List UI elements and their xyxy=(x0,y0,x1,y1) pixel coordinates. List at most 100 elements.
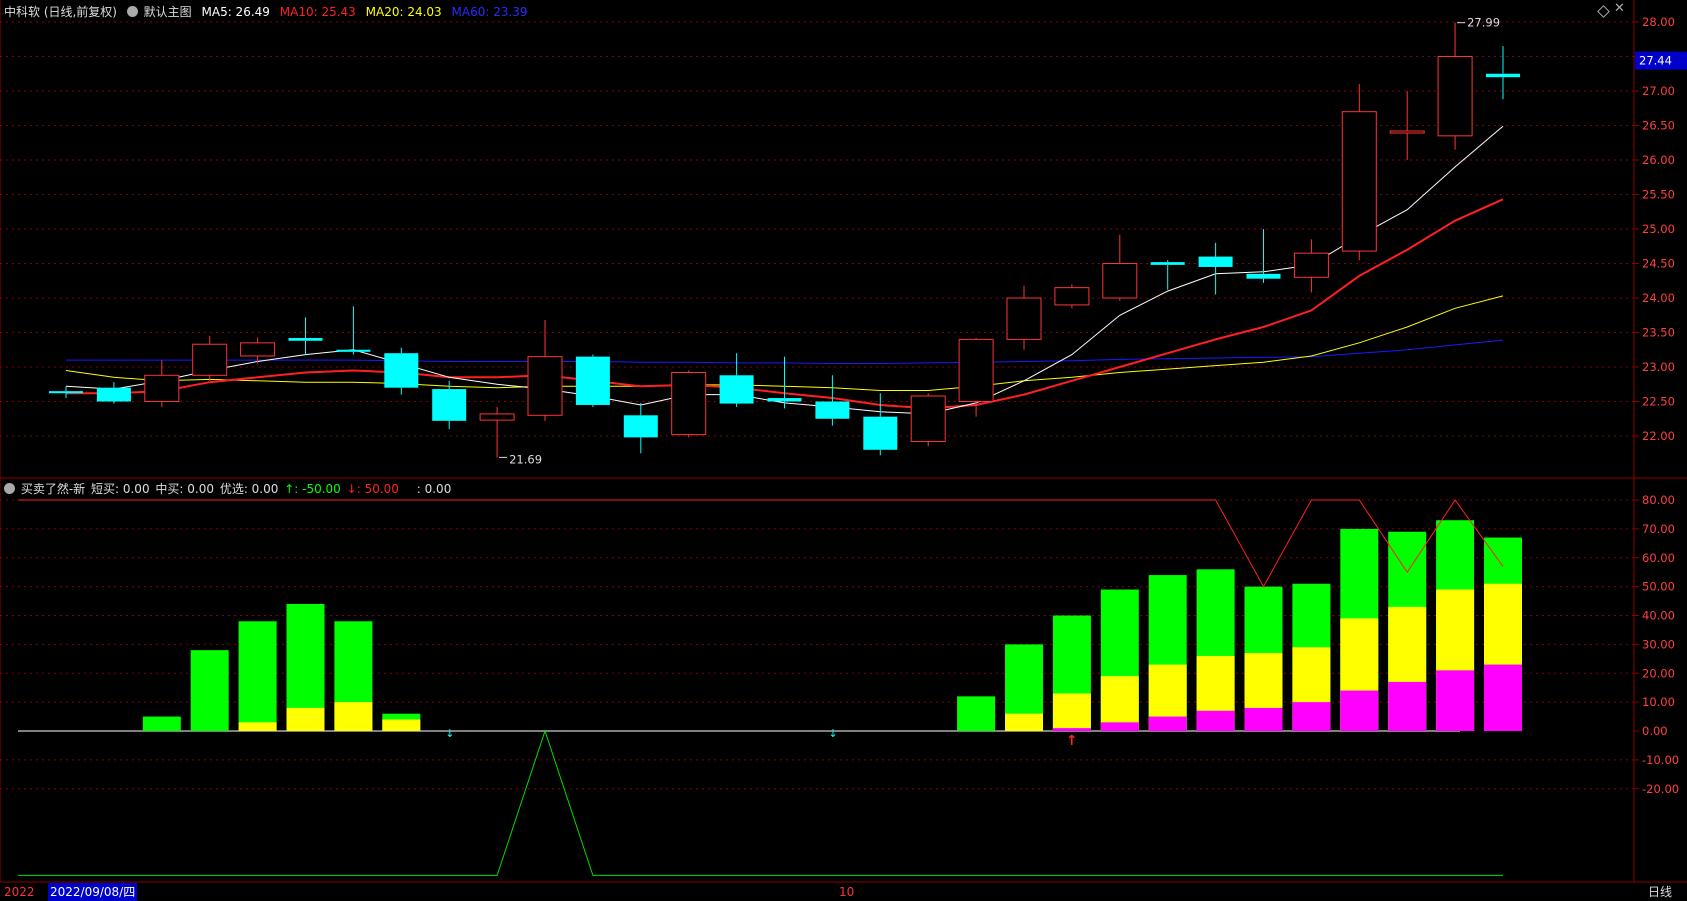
stock-title[interactable]: 中科软 (日线,前复权) xyxy=(4,5,117,19)
candle-body-up xyxy=(144,374,180,402)
candle-body-down xyxy=(863,416,898,450)
short-buy-value: 短买: 0.00 xyxy=(91,482,150,496)
down-value: ↓: 50.00 xyxy=(346,482,399,496)
month-marker: 10 xyxy=(839,885,855,899)
green-bar[interactable] xyxy=(238,621,277,731)
mid-buy-value: 中买: 0.00 xyxy=(155,482,214,496)
indicator-title[interactable]: 买卖了然-新 xyxy=(21,482,85,496)
main-header: 中科软 (日线,前复权) 默认主图 MA5: 26.49 MA10: 25.43… xyxy=(4,3,534,20)
candle-body-down xyxy=(432,389,467,421)
candle-body-up xyxy=(527,356,563,416)
ma5-label: MA5: 26.49 xyxy=(201,5,270,19)
candle-body-down xyxy=(288,338,323,341)
price-tick-label: 23.50 xyxy=(1642,326,1675,340)
candle-body-up xyxy=(1341,111,1377,252)
indicator-tick-label: 0.00 xyxy=(1642,724,1668,738)
candle-body-up xyxy=(958,338,994,402)
price-tick-label: 24.50 xyxy=(1642,257,1675,271)
candle-body-down xyxy=(575,356,610,405)
date-cursor-box[interactable]: 2022/09/08/四 xyxy=(48,883,138,901)
price-extreme-label: 27.99 xyxy=(1467,16,1500,30)
green-bar[interactable] xyxy=(190,650,229,731)
candle-body-down xyxy=(815,401,850,419)
indicator-tick-label: 50.00 xyxy=(1642,580,1675,594)
yellow-bar[interactable] xyxy=(1052,693,1091,731)
ma60-label: MA60: 23.39 xyxy=(451,5,528,19)
price-tick-label: 23.00 xyxy=(1642,360,1675,374)
price-tick-label: 25.50 xyxy=(1642,188,1675,202)
magenta-bar[interactable] xyxy=(1196,710,1235,731)
candle-body-up xyxy=(671,372,707,436)
indicator-tick-label: 40.00 xyxy=(1642,609,1675,623)
candle-body-up xyxy=(240,342,276,357)
magenta-bar[interactable] xyxy=(1436,670,1475,731)
green-bar[interactable] xyxy=(957,696,996,731)
price-tick-label: 22.50 xyxy=(1642,395,1675,409)
magenta-bar[interactable] xyxy=(1244,707,1283,731)
settings-circle-icon[interactable] xyxy=(4,483,15,494)
indicator-tick-label: 70.00 xyxy=(1642,522,1675,536)
magenta-bar[interactable] xyxy=(1484,664,1522,731)
sell-signal-arrow-icon: ↓ xyxy=(445,727,454,740)
magenta-bar[interactable] xyxy=(1052,728,1091,731)
indicator-tick-label: 20.00 xyxy=(1642,666,1675,680)
price-tick-label: 26.00 xyxy=(1642,153,1675,167)
magenta-bar[interactable] xyxy=(1100,722,1139,731)
current-price-label: 27.44 xyxy=(1639,54,1672,68)
indicator-tick-label: -20.00 xyxy=(1642,782,1679,796)
candle[interactable] xyxy=(671,370,707,438)
green-bar[interactable] xyxy=(142,716,181,731)
candle-body-up xyxy=(910,395,946,443)
yellow-bar[interactable] xyxy=(238,722,277,731)
settings-circle-icon[interactable] xyxy=(126,6,138,17)
stock-chart[interactable]: 27.9921.69 ↑↓↓ 28.0027.5027.0026.5026.00… xyxy=(0,0,1687,901)
buy-signal-arrow-icon: ↑ xyxy=(1066,733,1078,749)
close-icon[interactable]: ✕ xyxy=(1614,1,1625,16)
indicator-tick-label: 10.00 xyxy=(1642,695,1675,709)
yellow-bar[interactable] xyxy=(286,707,325,731)
price-extreme-label: 21.69 xyxy=(509,452,542,466)
indicator-tick-label: 30.00 xyxy=(1642,637,1675,651)
candle-body-up xyxy=(1054,287,1090,306)
price-tick-label: 26.50 xyxy=(1642,119,1675,133)
magenta-bar[interactable] xyxy=(1148,716,1187,731)
price-tick-label: 27.00 xyxy=(1642,84,1675,98)
ma20-label: MA20: 24.03 xyxy=(365,5,442,19)
candle[interactable] xyxy=(575,354,610,408)
pick-value: 优选: 0.00 xyxy=(219,482,279,496)
year-prefix: 2022 xyxy=(4,885,35,899)
background xyxy=(0,0,1687,901)
candle-body-up xyxy=(1006,297,1042,340)
price-tick-label: 25.00 xyxy=(1642,222,1675,236)
candle-body-up xyxy=(1293,252,1329,278)
magenta-bar[interactable] xyxy=(1340,690,1379,731)
yellow-bar[interactable] xyxy=(382,719,421,731)
candle-body-down xyxy=(96,387,131,402)
blank-value: : 0.00 xyxy=(416,482,452,496)
sell-signal-arrow-icon: ↓ xyxy=(828,727,837,740)
indicator-tick-label: 80.00 xyxy=(1642,493,1675,507)
price-tick-label: 28.00 xyxy=(1642,15,1675,29)
ma10-label: MA10: 25.43 xyxy=(279,5,356,19)
candle-body-up xyxy=(192,343,228,376)
yellow-bar[interactable] xyxy=(334,702,373,731)
candle[interactable] xyxy=(910,393,946,447)
indicator-tick-label: -10.00 xyxy=(1642,753,1679,767)
indicator-header: 买卖了然-新 短买: 0.00 中买: 0.00 优选: 0.00 ↑: -50… xyxy=(4,480,457,497)
price-tick-label: 24.00 xyxy=(1642,291,1675,305)
period-label[interactable]: 日线 xyxy=(1646,883,1674,901)
candle[interactable] xyxy=(384,347,419,395)
candle-body-up xyxy=(479,413,515,421)
candle-body-up xyxy=(1102,263,1138,299)
candle-body-down xyxy=(1150,262,1185,265)
candle-body-down xyxy=(336,349,371,352)
candle-body-down xyxy=(623,415,658,438)
yellow-bar[interactable] xyxy=(1005,713,1043,731)
candle[interactable] xyxy=(1054,284,1090,309)
candle-body-down xyxy=(1486,73,1520,78)
up-value: ↑: -50.00 xyxy=(284,482,341,496)
magenta-bar[interactable] xyxy=(1388,681,1427,731)
preset-label[interactable]: 默认主图 xyxy=(144,5,192,19)
magenta-bar[interactable] xyxy=(1292,702,1331,731)
price-tick-label: 22.00 xyxy=(1642,429,1675,443)
